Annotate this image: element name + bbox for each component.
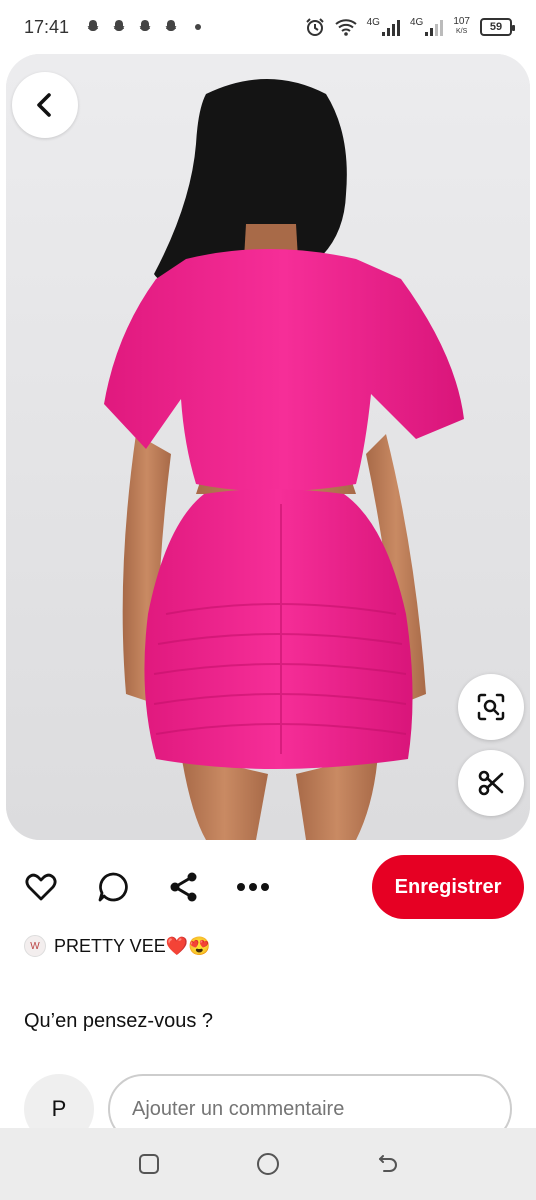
alarm-icon: [305, 18, 324, 36]
snapchat-icon: [165, 20, 177, 31]
like-button[interactable]: [23, 869, 59, 905]
pin-image[interactable]: [6, 54, 530, 840]
back-arrow-icon: [378, 1155, 397, 1172]
signal-2: 4G: [409, 17, 444, 36]
board-link[interactable]: W PRETTY VEE❤️😍: [24, 935, 211, 957]
recents-button[interactable]: [127, 1142, 171, 1186]
network-speed: 107 K/S: [453, 17, 470, 37]
home-button[interactable]: [246, 1142, 290, 1186]
speed-value: 107: [453, 16, 470, 27]
home-icon: [256, 1153, 279, 1175]
share-button[interactable]: [166, 869, 202, 905]
comment-button[interactable]: [95, 869, 131, 905]
system-nav-bar: [0, 1128, 536, 1200]
crop-button[interactable]: [458, 750, 524, 816]
visual-search-button[interactable]: [458, 674, 524, 740]
snapchat-icon: [139, 20, 151, 31]
battery-level: 59: [489, 21, 503, 33]
recents-icon: [139, 1154, 160, 1174]
heart-icon: [25, 873, 57, 901]
status-time: 17:41: [24, 16, 70, 37]
network-type: 4G: [366, 17, 380, 28]
snapchat-icon: [113, 20, 125, 31]
visual-search-icon: [477, 693, 505, 721]
board-avatar: W: [24, 935, 46, 957]
more-options-button[interactable]: [235, 869, 271, 905]
signal-bars-icon: [381, 20, 400, 36]
speed-unit: K/S: [456, 28, 468, 35]
pin-actions: Enregistrer: [0, 852, 536, 922]
signal-bars-icon: [425, 20, 444, 36]
board-name: PRETTY VEE❤️😍: [54, 935, 211, 956]
save-button[interactable]: Enregistrer: [372, 855, 524, 919]
notification-dot: [195, 24, 202, 30]
share-icon: [170, 872, 197, 902]
comments-heading: Qu’en pensez-vous ?: [24, 1010, 214, 1032]
comment-icon: [98, 872, 128, 902]
user-initial: P: [51, 1096, 67, 1121]
signal-1: 4G: [367, 18, 400, 36]
back-button[interactable]: [12, 72, 78, 138]
network-type: 4G: [409, 17, 424, 28]
wifi-icon: [334, 19, 357, 36]
status-bar: 17:41 4G 4G 107 K/S 59: [0, 0, 536, 54]
chevron-left-icon: [37, 93, 51, 117]
scissors-icon: [478, 770, 504, 796]
snapchat-icon: [87, 20, 99, 31]
product-photo: [6, 54, 530, 840]
back-nav-button[interactable]: [365, 1142, 409, 1186]
battery-icon: 59: [480, 18, 515, 36]
more-icon: [237, 883, 269, 891]
